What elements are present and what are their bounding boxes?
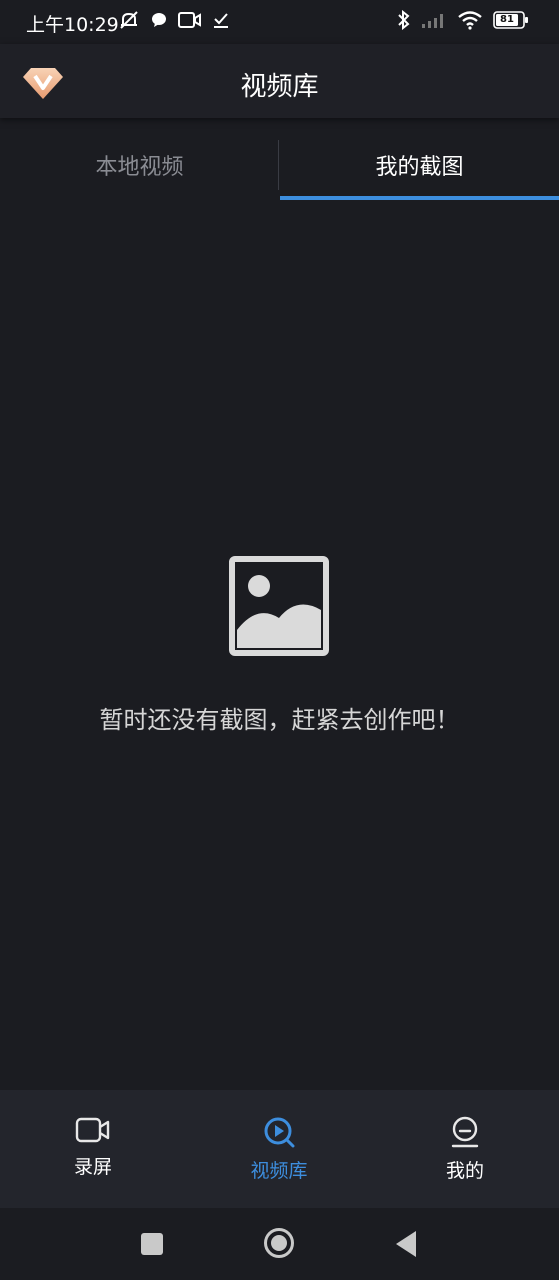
nav-item-video-library[interactable]: 视频库	[186, 1090, 372, 1208]
tab-local-videos[interactable]: 本地视频	[0, 130, 279, 200]
mute-bell-icon	[120, 11, 138, 29]
chat-bubble-icon	[152, 13, 166, 27]
image-placeholder-icon	[229, 556, 329, 656]
nav-label-record: 录屏	[73, 1156, 112, 1178]
nav-item-record[interactable]: 录屏	[0, 1090, 186, 1208]
wifi-icon	[458, 11, 482, 30]
page-title: 视频库	[240, 72, 319, 102]
status-time: 上午10:29	[26, 14, 119, 36]
profile-icon	[451, 1116, 479, 1148]
nav-item-profile[interactable]: 我的	[372, 1090, 558, 1208]
status-icons-right: 81	[397, 10, 529, 30]
active-tab-indicator	[280, 196, 559, 200]
tab-divider	[278, 140, 279, 190]
battery-indicator: 81	[493, 11, 529, 29]
status-bar: 上午10:29 81	[0, 0, 559, 44]
tab-bar: 本地视频 我的截图	[0, 130, 559, 200]
nav-label-profile: 我的	[445, 1160, 484, 1182]
video-library-icon	[264, 1117, 295, 1148]
nav-label-video-library: 视频库	[250, 1160, 308, 1182]
recent-apps-icon[interactable]	[140, 1232, 164, 1256]
video-recording-icon	[178, 12, 201, 28]
bottom-navigation: 录屏 视频库 我的	[0, 1090, 559, 1208]
home-icon[interactable]	[263, 1227, 295, 1259]
empty-state-message: 暂时还没有截图，赶紧去创作吧！	[99, 706, 460, 734]
video-camera-icon	[75, 1117, 110, 1143]
signal-icon	[422, 14, 443, 28]
download-check-icon	[214, 13, 228, 28]
back-icon[interactable]	[394, 1230, 418, 1258]
battery-level: 81	[500, 14, 514, 25]
status-icons-left	[118, 10, 230, 30]
bluetooth-icon	[398, 10, 410, 30]
tab-my-screenshots[interactable]: 我的截图	[280, 130, 559, 200]
system-navigation-bar	[0, 1208, 559, 1280]
app-header: 视频库	[0, 44, 559, 118]
